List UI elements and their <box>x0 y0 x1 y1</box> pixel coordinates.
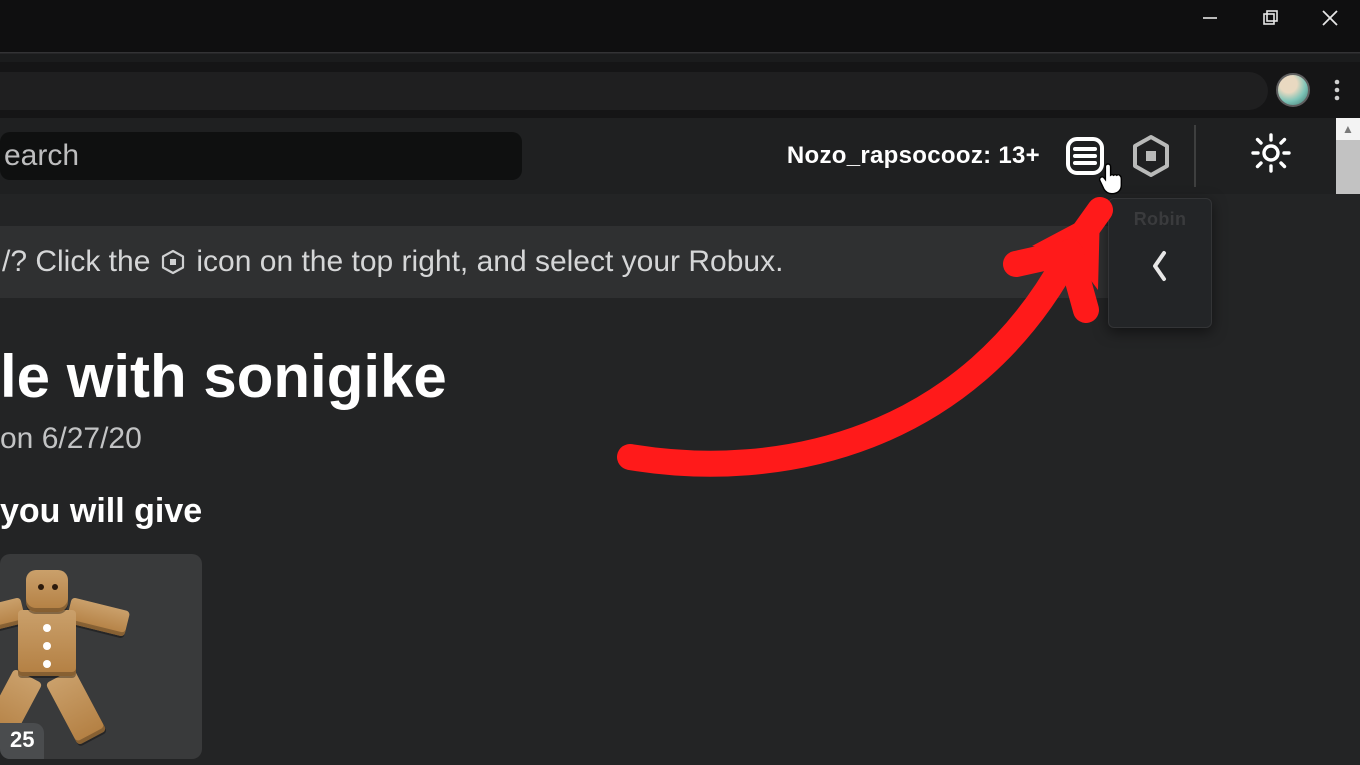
robux-dropdown-panel[interactable]: Robin <box>1108 198 1212 328</box>
robux-button[interactable] <box>1128 133 1174 179</box>
window-maximize-button[interactable] <box>1240 0 1300 36</box>
app-navbar: Nozo_rapsocooz: 13+ <box>0 118 1360 194</box>
scroll-up-arrow-icon[interactable]: ▲ <box>1336 118 1360 140</box>
tip-text-part2: icon on the top right, and select your R… <box>196 245 783 279</box>
offer-item-card[interactable]: 25 <box>0 554 202 759</box>
tip-banner: /? Click the icon on the top right, and … <box>0 226 1108 298</box>
browser-menu-icon[interactable] <box>1324 77 1350 103</box>
gear-icon <box>1249 131 1293 175</box>
navbar-right: Nozo_rapsocooz: 13+ <box>787 118 1326 194</box>
username-text: Nozo_rapsocooz: <box>787 142 992 169</box>
age-tag: 13+ <box>998 142 1040 169</box>
titlebar-separator <box>0 52 1360 54</box>
close-icon <box>1320 8 1340 28</box>
window-titlebar <box>0 0 1360 52</box>
robux-inline-icon <box>158 247 188 277</box>
tip-text-part1: /? Click the <box>2 245 150 279</box>
section-heading-you-give: you will give <box>0 492 202 531</box>
search-box[interactable] <box>0 132 522 180</box>
nav-divider <box>1194 125 1196 187</box>
page-title: le with sonigike <box>0 342 447 411</box>
chevron-left-icon <box>1150 249 1170 283</box>
search-input[interactable] <box>4 139 522 173</box>
cursor-pointer-icon <box>1096 160 1130 198</box>
address-bar[interactable] <box>0 72 1268 110</box>
window-close-button[interactable] <box>1300 0 1360 36</box>
maximize-icon <box>1261 9 1279 27</box>
profile-avatar[interactable] <box>1276 73 1310 107</box>
robux-icon <box>1129 134 1173 178</box>
minimize-icon <box>1201 9 1219 27</box>
dropdown-option-robux[interactable]: Robin <box>1134 209 1187 230</box>
dropdown-back-button[interactable] <box>1145 244 1175 288</box>
item-price-badge: 25 <box>0 723 44 759</box>
username-label: Nozo_rapsocooz: 13+ <box>787 142 1040 170</box>
page-subtitle: on 6/27/20 <box>0 422 142 456</box>
window-minimize-button[interactable] <box>1180 0 1240 36</box>
settings-button[interactable] <box>1248 130 1294 176</box>
browser-toolbar <box>0 62 1360 118</box>
page-content: /? Click the icon on the top right, and … <box>0 194 1360 765</box>
